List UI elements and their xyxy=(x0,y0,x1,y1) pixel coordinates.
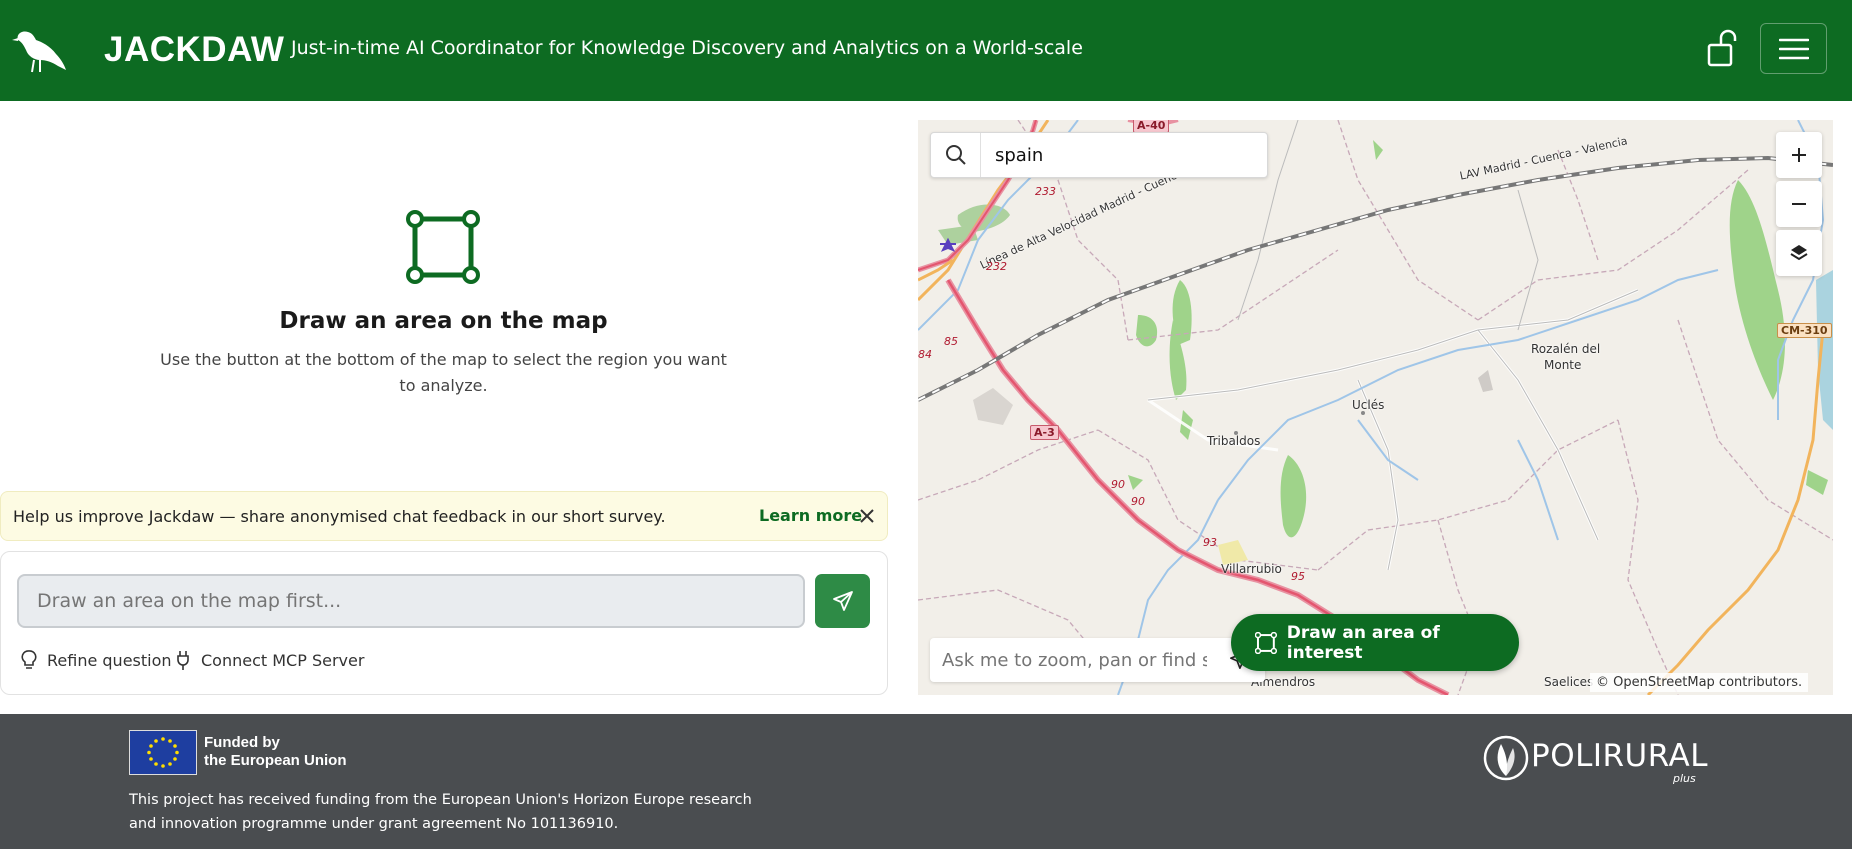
map-label-rozalen-2: Monte xyxy=(1544,358,1582,372)
funding-statement: This project has received funding from t… xyxy=(129,792,752,832)
road-number: 233 xyxy=(1035,185,1056,198)
map-label-ucles: Uclés xyxy=(1352,398,1385,412)
plus-icon xyxy=(1792,148,1806,162)
road-number: 85 xyxy=(944,335,958,348)
lightbulb-icon xyxy=(21,650,37,669)
map-search-input[interactable] xyxy=(995,141,1255,169)
layers-button[interactable] xyxy=(1776,230,1822,276)
map-label-villarrubio: Villarrubio xyxy=(1221,562,1282,576)
road-shield-a3: A-3 xyxy=(1030,425,1059,440)
app-header: JACKDAW Just-in-time AI Coordinator for … xyxy=(0,0,1852,101)
polirural-plus: plus xyxy=(1673,772,1696,785)
road-shield-cm310: CM-310 xyxy=(1777,323,1832,338)
empty-state: Draw an area on the map Use the button a… xyxy=(0,101,887,491)
map-ask-input[interactable] xyxy=(942,646,1207,674)
map-label-saelices: Saelices xyxy=(1544,675,1594,689)
map-label-rozalen-1: Rozalén del xyxy=(1531,342,1601,356)
eu-line-2: the European Union xyxy=(204,752,347,769)
eu-funding-label: Funded by the European Union xyxy=(204,734,347,770)
road-number: 232 xyxy=(986,260,1007,273)
minus-icon xyxy=(1792,203,1806,205)
refine-question-button[interactable]: Refine question xyxy=(19,649,172,671)
hamburger-menu-button[interactable] xyxy=(1760,23,1827,74)
unlock-icon[interactable] xyxy=(1700,26,1744,70)
search-icon[interactable] xyxy=(931,133,981,177)
eu-flag-icon xyxy=(129,730,197,775)
hamburger-menu-icon xyxy=(1778,38,1809,59)
survey-banner: Help us improve Jackdaw — share anonymis… xyxy=(0,491,888,541)
chat-input[interactable] xyxy=(17,574,805,628)
polirural-logo[interactable]: POLIRURAL plus xyxy=(1483,728,1708,788)
road-number: 84 xyxy=(918,348,932,361)
draw-area-icon xyxy=(1255,631,1277,654)
road-number: 93 xyxy=(1203,536,1217,549)
chat-send-button[interactable] xyxy=(815,574,870,628)
learn-more-link[interactable]: Learn more xyxy=(759,506,862,525)
draw-area-icon xyxy=(406,210,480,284)
connect-mcp-label: Connect MCP Server xyxy=(201,650,365,670)
empty-state-title: Draw an area on the map xyxy=(279,308,608,334)
map-view[interactable]: Uclés Tribaldos Rozalén del Monte Villar… xyxy=(918,120,1833,695)
plug-icon xyxy=(177,651,189,670)
layers-icon xyxy=(1790,245,1808,261)
zoom-out-button[interactable] xyxy=(1776,181,1822,227)
app-subtitle: Just-in-time AI Coordinator for Knowledg… xyxy=(291,37,1083,59)
leaf-icon xyxy=(1483,735,1529,781)
polirural-name: POLIRURAL xyxy=(1531,738,1708,774)
connect-mcp-button[interactable]: Connect MCP Server xyxy=(173,649,364,671)
eu-line-1: Funded by xyxy=(204,734,280,751)
map-ask-box xyxy=(930,638,1265,682)
draw-area-button[interactable]: Draw an area of interest xyxy=(1231,614,1519,671)
refine-question-label: Refine question xyxy=(47,650,172,670)
road-number: 90 xyxy=(1111,478,1125,491)
jackdaw-bird-icon[interactable] xyxy=(12,22,68,74)
empty-state-description: Use the button at the bottom of the map … xyxy=(160,350,727,395)
map-label-tribaldos: Tribaldos xyxy=(1207,434,1261,448)
app-title: JACKDAW xyxy=(104,30,285,69)
map-attribution: © OpenStreetMap contributors. xyxy=(1590,673,1809,692)
draw-area-label: Draw an area of interest xyxy=(1286,622,1440,663)
road-number: 95 xyxy=(1291,570,1305,583)
survey-text: Help us improve Jackdaw — share anonymis… xyxy=(13,507,666,526)
zoom-in-button[interactable] xyxy=(1776,132,1822,178)
close-icon[interactable] xyxy=(856,505,878,527)
map-search-box xyxy=(930,132,1268,178)
send-icon xyxy=(832,591,853,611)
footer: Funded by the European Union This projec… xyxy=(0,714,1852,849)
road-number: 90 xyxy=(1131,495,1145,508)
chat-panel: Refine question Connect MCP Server xyxy=(0,551,888,695)
